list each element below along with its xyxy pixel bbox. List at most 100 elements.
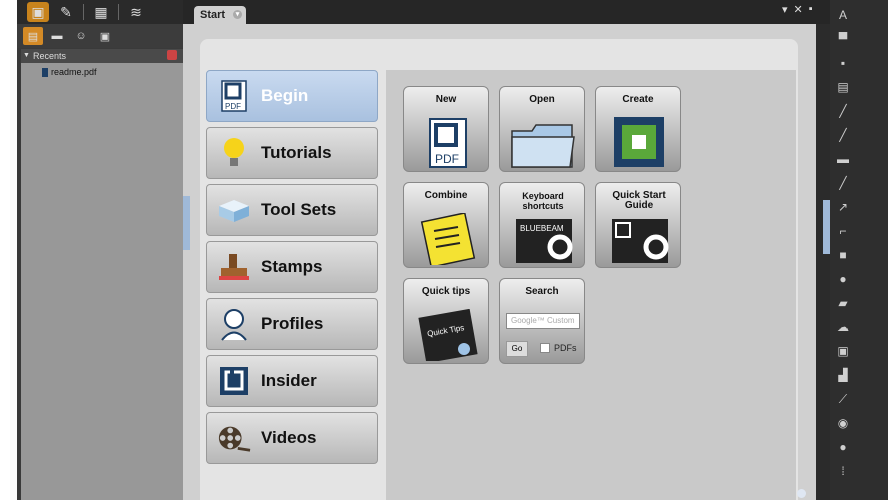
toolbar-divider xyxy=(83,4,84,20)
profile-icon xyxy=(217,307,251,341)
window-controls: ▾ ✕ ▪ xyxy=(782,3,813,16)
tile-create[interactable]: Create xyxy=(595,86,681,172)
booklet-icon: BLUEBEAM xyxy=(516,219,573,263)
recent-file-item[interactable]: readme.pdf xyxy=(42,67,97,78)
restore-icon[interactable]: ▪ xyxy=(809,3,813,16)
create-icon xyxy=(614,117,664,167)
user-button[interactable]: ☺ xyxy=(71,27,91,45)
tile-label: Open xyxy=(529,94,555,105)
right-toolbar: A ▀ ▪ ▤ ╱ ╱ ▬ ╱ ↗ ⌐ ■ ● ▰ ☁ ▣ ▟ ⟋ ◉ ● ⁞ xyxy=(830,0,888,500)
recents-header[interactable]: ▼ Recents xyxy=(21,49,183,63)
highlight-icon[interactable]: ▀ xyxy=(835,32,851,46)
toolbar-divider xyxy=(118,4,119,20)
measure-icon[interactable]: ⟋ xyxy=(835,392,851,406)
nav-videos[interactable]: Videos xyxy=(206,412,378,464)
arrow-icon[interactable]: ↗ xyxy=(835,200,851,214)
go-button[interactable]: Go xyxy=(506,341,528,357)
recent-file-label: readme.pdf xyxy=(51,67,97,77)
pen-icon[interactable]: ╱ xyxy=(835,104,851,118)
close-icon[interactable]: ✕ xyxy=(794,3,803,16)
toolbox-icon xyxy=(217,193,251,227)
pin-tab[interactable]: ✎ xyxy=(55,2,77,22)
polyline-icon[interactable]: ⌐ xyxy=(835,224,851,238)
tab-start[interactable]: Start ▾ xyxy=(194,6,246,24)
nav-begin[interactable]: PDF Begin xyxy=(206,70,378,122)
tile-label: Combine xyxy=(424,190,468,201)
nav-tool-sets[interactable]: Tool Sets xyxy=(206,184,378,236)
tile-keyboard-shortcuts[interactable]: Keyboard shortcuts BLUEBEAM xyxy=(499,182,585,268)
svg-text:PDF: PDF xyxy=(435,152,459,166)
tile-open[interactable]: Open xyxy=(499,86,585,172)
ellipse-icon[interactable]: ● xyxy=(835,272,851,286)
left-panel: ▣ ✎ ▦ ≋ ▤ ▬ ☺ ▣ ▼ Recents readme.pdf xyxy=(17,0,183,500)
layers-tab[interactable]: ≋ xyxy=(125,2,147,22)
pdfs-checkbox[interactable] xyxy=(540,343,550,353)
nav-insider[interactable]: Insider xyxy=(206,355,378,407)
right-panel-collapse-handle[interactable] xyxy=(823,200,830,254)
booklet-icon xyxy=(612,219,669,263)
folder-icon: ▣ xyxy=(31,3,45,20)
recent-files-button[interactable]: ▤ xyxy=(23,27,43,45)
pdfs-label: PDFs xyxy=(554,343,577,353)
image-icon[interactable]: ▣ xyxy=(835,344,851,358)
panel-toolbar: ▣ ✎ ▦ ≋ xyxy=(17,0,183,24)
line-icon[interactable]: ╱ xyxy=(835,176,851,190)
more-tools-icon[interactable]: ⁞ xyxy=(835,464,851,478)
insider-button[interactable]: ▣ xyxy=(95,27,115,45)
nav-tutorials[interactable]: Tutorials xyxy=(206,127,378,179)
new-pdf-icon: PDF xyxy=(429,118,467,168)
drive-icon: ▬ xyxy=(51,30,63,42)
tile-combine[interactable]: Combine xyxy=(403,182,489,268)
lightbulb-icon xyxy=(217,136,251,170)
drive-button[interactable]: ▬ xyxy=(47,27,67,45)
scroll-indicator[interactable] xyxy=(797,489,806,498)
notebook-icon xyxy=(420,213,476,265)
nav-label: Tool Sets xyxy=(261,200,337,219)
tab-close-icon[interactable]: ▾ xyxy=(233,10,242,19)
pdf-file-icon xyxy=(42,68,48,78)
thumbnails-tab[interactable]: ▦ xyxy=(90,2,112,22)
nav-label: Begin xyxy=(261,86,309,105)
tile-new[interactable]: New PDF xyxy=(403,86,489,172)
dropdown-icon[interactable]: ▾ xyxy=(782,3,788,16)
insider-icon: ▣ xyxy=(99,30,111,43)
folder-open-icon xyxy=(511,124,575,168)
callout-icon[interactable]: ▤ xyxy=(835,80,851,94)
eraser-icon[interactable]: ▬ xyxy=(835,152,851,166)
dot-icon[interactable]: ● xyxy=(835,440,851,454)
nav-label: Tutorials xyxy=(261,143,332,162)
text-icon[interactable]: A xyxy=(835,8,851,22)
insider-icon xyxy=(217,364,251,398)
nav-profiles[interactable]: Profiles xyxy=(206,298,378,350)
note-icon[interactable]: ▪ xyxy=(835,56,851,70)
rectangle-icon[interactable]: ■ xyxy=(835,248,851,262)
tile-label: Quick tips xyxy=(421,286,471,297)
search-input[interactable]: Google™ Custom xyxy=(506,313,580,329)
tile-quick-tips[interactable]: Quick tips Quick Tips xyxy=(403,278,489,364)
recents-list xyxy=(21,63,183,500)
film-reel-icon xyxy=(217,421,251,455)
tile-label: Create xyxy=(622,94,654,105)
recents-label: Recents xyxy=(33,51,67,61)
marker-icon[interactable]: ╱ xyxy=(835,128,851,142)
left-panel-collapse-handle[interactable] xyxy=(183,196,190,250)
collapse-arrow-icon[interactable]: ▼ xyxy=(23,49,30,63)
polygon-icon[interactable]: ▰ xyxy=(835,296,851,310)
snapshot-icon[interactable]: ◉ xyxy=(835,416,851,430)
panel-subtoolbar: ▤ ▬ ☺ ▣ xyxy=(17,24,183,48)
svg-text:PDF: PDF xyxy=(225,102,241,111)
user-icon: ☺ xyxy=(75,30,87,42)
files-panel-tab[interactable]: ▣ xyxy=(27,2,49,22)
nav-stamps[interactable]: Stamps xyxy=(206,241,378,293)
tile-search: Search Google™ Custom Go PDFs xyxy=(499,278,585,364)
stamp-icon[interactable]: ▟ xyxy=(835,368,851,382)
grid-icon: ▦ xyxy=(94,3,108,20)
tile-label: Search xyxy=(525,286,559,297)
cloud-icon[interactable]: ☁ xyxy=(835,320,851,334)
tile-quick-start-guide[interactable]: Quick Start Guide xyxy=(595,182,681,268)
pdf-icon: PDF xyxy=(217,79,251,113)
pin-icon: ✎ xyxy=(60,3,72,20)
stamp-icon xyxy=(217,250,251,284)
clear-recents-icon[interactable] xyxy=(167,50,177,60)
tab-bar xyxy=(183,0,833,24)
